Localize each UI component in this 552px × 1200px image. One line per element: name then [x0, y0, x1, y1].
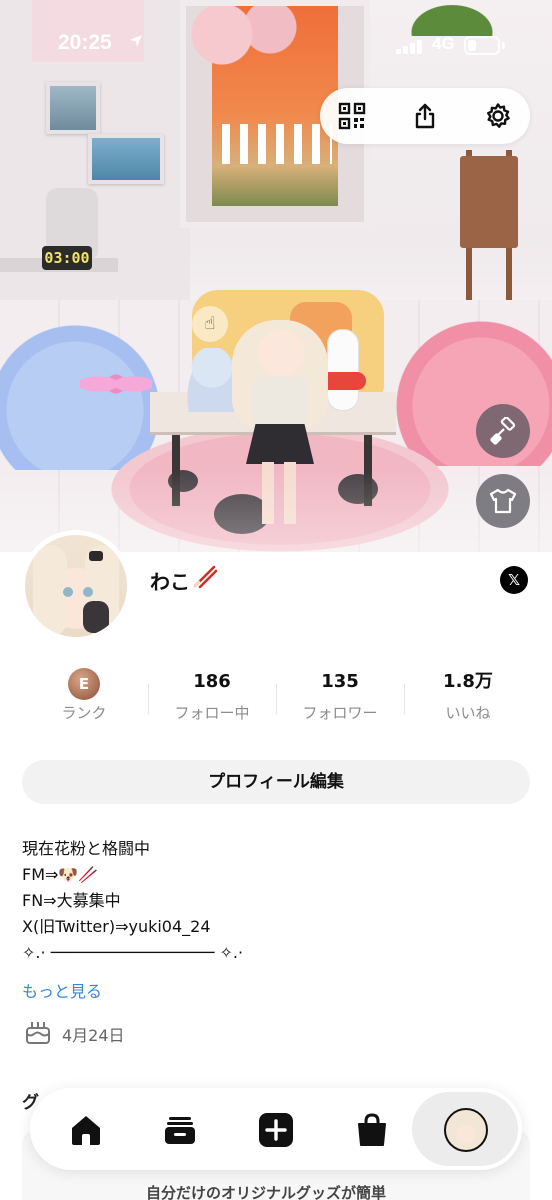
bio-line: FM⇒🐶🥢	[22, 865, 99, 884]
stat-rank[interactable]: E ランク	[20, 668, 148, 728]
network-type: 4G	[432, 34, 455, 53]
x-social-link[interactable]: 𝕏	[500, 566, 528, 594]
qr-code-icon[interactable]	[332, 96, 372, 136]
profile-bio: 現在花粉と格闘中 FM⇒🐶🥢 FN⇒大募集中 X(旧Twitter)⇒yuki0…	[22, 836, 532, 966]
followers-count: 135	[321, 671, 359, 692]
room-actions	[320, 88, 530, 144]
status-bar: 20:25 4G	[0, 28, 552, 64]
cake-icon	[24, 1018, 52, 1050]
show-more-link[interactable]: もっと見る	[22, 978, 102, 1002]
stat-followers[interactable]: 135 フォロワー	[276, 668, 404, 728]
profile-screen: 03:00 ☝ 20:25 4G わこ 𝕏 E ランク 186 フォロー中 13…	[0, 0, 552, 1200]
avatar-eye	[63, 587, 73, 597]
picture-frame	[46, 82, 100, 134]
profile-avatar[interactable]	[20, 530, 132, 642]
goods-banner-text: 自分だけのオリジナルグッズが簡単	[146, 1184, 387, 1200]
birthday-date: 4月24日	[62, 1026, 125, 1045]
bio-line: X(旧Twitter)⇒yuki04_24	[22, 917, 211, 936]
battery-level	[468, 40, 476, 51]
ribbon-bow	[80, 364, 152, 404]
edit-profile-button[interactable]: プロフィール編集	[22, 760, 530, 804]
duck-plush	[328, 330, 358, 410]
profile-avatar-icon	[444, 1108, 488, 1152]
share-icon[interactable]	[405, 96, 445, 136]
easel-board	[460, 156, 518, 248]
battery-icon	[464, 36, 500, 55]
location-arrow-icon	[128, 33, 144, 54]
avatar-eye	[83, 587, 93, 597]
stat-label: フォロー中	[174, 704, 250, 722]
home-icon[interactable]	[64, 1108, 108, 1152]
rank-badge: E	[68, 668, 100, 700]
bio-line: FN⇒大募集中	[22, 891, 121, 910]
shopping-bag-icon[interactable]	[350, 1108, 394, 1152]
room-scene[interactable]: 03:00 ☝	[0, 0, 552, 552]
bio-line: ✧.· ───────────────── ✧.·	[22, 943, 244, 962]
signal-icon	[396, 38, 424, 54]
avatar-image	[25, 535, 127, 637]
status-time: 20:25	[58, 31, 112, 54]
profile-name: わこ	[150, 570, 190, 594]
tab-profile[interactable]	[444, 1108, 488, 1152]
chopsticks-icon	[192, 564, 218, 589]
digital-clock: 03:00	[42, 246, 92, 270]
avatar-character-body	[252, 376, 308, 428]
stat-likes[interactable]: 1.8万 いいね	[404, 668, 532, 728]
plus-icon[interactable]	[254, 1108, 298, 1152]
avatar-hand	[83, 601, 109, 633]
tshirt-icon[interactable]	[476, 474, 530, 528]
paint-roller-icon[interactable]	[476, 404, 530, 458]
picture-frame	[88, 134, 164, 184]
wallet-icon[interactable]	[158, 1108, 202, 1152]
likes-count: 1.8万	[443, 671, 493, 692]
gear-icon[interactable]	[478, 96, 518, 136]
avatar-ribbon	[89, 551, 103, 561]
stat-label: フォロワー	[302, 704, 378, 722]
fence	[222, 124, 332, 164]
avatar-character-skirt	[246, 424, 314, 464]
following-count: 186	[193, 671, 231, 692]
stat-label: ランク	[61, 704, 107, 722]
stat-label: いいね	[445, 704, 491, 722]
tap-hand-icon[interactable]: ☝	[192, 306, 228, 342]
avatar-hair	[33, 545, 67, 637]
bio-line: 現在花粉と格闘中	[22, 839, 151, 858]
bottom-tab-bar	[30, 1088, 522, 1170]
birthday-row: 4月24日	[24, 1018, 125, 1050]
stat-following[interactable]: 186 フォロー中	[148, 668, 276, 728]
avatar-character-face	[258, 330, 304, 376]
profile-stats: E ランク 186 フォロー中 135 フォロワー 1.8万 いいね	[20, 668, 532, 728]
battery-cap	[502, 42, 505, 49]
